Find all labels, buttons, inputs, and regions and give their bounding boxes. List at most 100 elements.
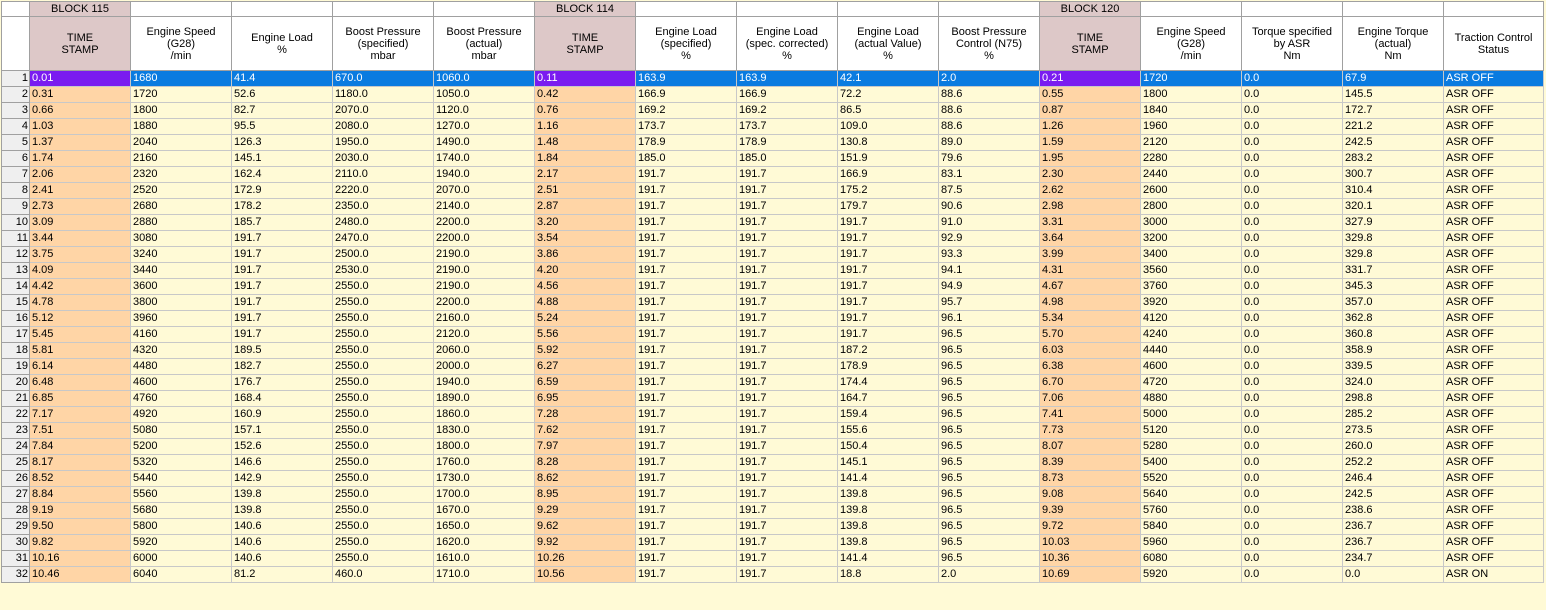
table-cell[interactable]: ASR OFF xyxy=(1443,374,1544,391)
table-cell[interactable]: 0.0 xyxy=(1241,166,1343,183)
table-cell[interactable]: ASR OFF xyxy=(1443,230,1544,247)
table-cell[interactable]: 221.2 xyxy=(1342,118,1444,135)
table-cell[interactable]: 0.0 xyxy=(1241,262,1343,279)
table-cell[interactable]: 0.0 xyxy=(1241,390,1343,407)
table-cell[interactable]: 1050.0 xyxy=(433,86,535,103)
column-header[interactable]: TIME STAMP xyxy=(534,16,636,71)
column-header[interactable]: Boost Pressure (specified) mbar xyxy=(332,16,434,71)
timestamp-cell[interactable]: 9.62 xyxy=(534,518,636,535)
timestamp-cell[interactable]: 0.42 xyxy=(534,86,636,103)
table-cell[interactable]: 109.0 xyxy=(837,118,939,135)
table-cell[interactable]: 191.7 xyxy=(837,246,939,263)
table-cell[interactable]: 191.7 xyxy=(736,246,838,263)
table-cell[interactable]: 88.6 xyxy=(938,86,1040,103)
table-cell[interactable]: 191.7 xyxy=(736,358,838,375)
table-cell[interactable]: 2120 xyxy=(1140,134,1242,151)
table-cell[interactable]: ASR OFF xyxy=(1443,342,1544,359)
table-cell[interactable]: 0.0 xyxy=(1241,502,1343,519)
column-header[interactable]: Boost Pressure (actual) mbar xyxy=(433,16,535,71)
timestamp-cell[interactable]: 1.74 xyxy=(29,150,131,167)
table-cell[interactable]: 140.6 xyxy=(231,550,333,567)
row-number[interactable]: 15 xyxy=(1,294,30,311)
table-cell[interactable]: 5280 xyxy=(1140,438,1242,455)
table-cell[interactable]: ASR OFF xyxy=(1443,134,1544,151)
table-cell[interactable]: 152.6 xyxy=(231,438,333,455)
timestamp-cell[interactable]: 0.21 xyxy=(1039,70,1141,87)
table-cell[interactable]: ASR OFF xyxy=(1443,214,1544,231)
table-cell[interactable]: 2.0 xyxy=(938,70,1040,87)
table-cell[interactable]: 670.0 xyxy=(332,70,434,87)
table-cell[interactable]: 191.7 xyxy=(635,390,737,407)
table-cell[interactable]: 191.7 xyxy=(736,406,838,423)
table-cell[interactable]: 4480 xyxy=(130,358,232,375)
table-cell[interactable]: 0.0 xyxy=(1241,246,1343,263)
table-cell[interactable]: 327.9 xyxy=(1342,214,1444,231)
table-cell[interactable]: 160.9 xyxy=(231,406,333,423)
table-cell[interactable]: ASR OFF xyxy=(1443,454,1544,471)
table-cell[interactable]: 1650.0 xyxy=(433,518,535,535)
table-cell[interactable]: 2500.0 xyxy=(332,246,434,263)
table-cell[interactable]: 2070.0 xyxy=(332,102,434,119)
row-number[interactable]: 11 xyxy=(1,230,30,247)
timestamp-cell[interactable]: 3.64 xyxy=(1039,230,1141,247)
timestamp-cell[interactable]: 8.28 xyxy=(534,454,636,471)
table-cell[interactable]: 151.9 xyxy=(837,150,939,167)
table-cell[interactable]: 96.5 xyxy=(938,534,1040,551)
table-cell[interactable]: 362.8 xyxy=(1342,310,1444,327)
row-number[interactable]: 3 xyxy=(1,102,30,119)
table-cell[interactable]: 191.7 xyxy=(635,438,737,455)
timestamp-cell[interactable]: 2.98 xyxy=(1039,198,1141,215)
table-cell[interactable]: 191.7 xyxy=(635,502,737,519)
table-cell[interactable]: 179.7 xyxy=(837,198,939,215)
table-cell[interactable]: 5000 xyxy=(1140,406,1242,423)
table-cell[interactable]: 139.8 xyxy=(231,486,333,503)
table-cell[interactable]: 5120 xyxy=(1140,422,1242,439)
timestamp-cell[interactable]: 7.41 xyxy=(1039,406,1141,423)
timestamp-cell[interactable]: 6.27 xyxy=(534,358,636,375)
table-cell[interactable]: 95.5 xyxy=(231,118,333,135)
timestamp-cell[interactable]: 4.78 xyxy=(29,294,131,311)
table-cell[interactable]: 4320 xyxy=(130,342,232,359)
table-cell[interactable]: 191.7 xyxy=(635,422,737,439)
table-cell[interactable]: 2550.0 xyxy=(332,438,434,455)
table-cell[interactable]: 191.7 xyxy=(635,198,737,215)
table-cell[interactable]: ASR OFF xyxy=(1443,102,1544,119)
timestamp-cell[interactable]: 7.73 xyxy=(1039,422,1141,439)
timestamp-cell[interactable]: 6.70 xyxy=(1039,374,1141,391)
table-cell[interactable]: ASR OFF xyxy=(1443,406,1544,423)
timestamp-cell[interactable]: 3.54 xyxy=(534,230,636,247)
table-cell[interactable]: 1700.0 xyxy=(433,486,535,503)
table-cell[interactable]: 92.9 xyxy=(938,230,1040,247)
table-cell[interactable]: 166.9 xyxy=(635,86,737,103)
table-cell[interactable]: 72.2 xyxy=(837,86,939,103)
row-number[interactable]: 17 xyxy=(1,326,30,343)
table-cell[interactable]: 191.7 xyxy=(736,342,838,359)
table-cell[interactable]: 95.7 xyxy=(938,294,1040,311)
table-cell[interactable]: 162.4 xyxy=(231,166,333,183)
table-cell[interactable]: ASR OFF xyxy=(1443,262,1544,279)
table-cell[interactable]: 169.2 xyxy=(736,102,838,119)
table-cell[interactable]: 178.9 xyxy=(736,134,838,151)
timestamp-cell[interactable]: 5.12 xyxy=(29,310,131,327)
timestamp-cell[interactable]: 0.11 xyxy=(534,70,636,87)
table-cell[interactable]: 1270.0 xyxy=(433,118,535,135)
table-cell[interactable]: 87.5 xyxy=(938,182,1040,199)
table-cell[interactable]: 90.6 xyxy=(938,198,1040,215)
timestamp-cell[interactable]: 0.31 xyxy=(29,86,131,103)
timestamp-cell[interactable]: 2.41 xyxy=(29,182,131,199)
row-number[interactable]: 6 xyxy=(1,150,30,167)
table-cell[interactable]: 6080 xyxy=(1140,550,1242,567)
table-cell[interactable]: 360.8 xyxy=(1342,326,1444,343)
table-cell[interactable]: 3800 xyxy=(130,294,232,311)
table-cell[interactable]: 191.7 xyxy=(736,310,838,327)
row-number[interactable]: 32 xyxy=(1,566,30,583)
table-cell[interactable]: 191.7 xyxy=(736,182,838,199)
table-cell[interactable]: 2550.0 xyxy=(332,486,434,503)
table-cell[interactable]: 191.7 xyxy=(635,310,737,327)
table-cell[interactable]: 191.7 xyxy=(736,214,838,231)
table-cell[interactable]: 6000 xyxy=(130,550,232,567)
table-cell[interactable]: 191.7 xyxy=(736,486,838,503)
table-row[interactable]: 17 5.45 4160 191.7 2550.0 2120.0 5.56 191.7 191.… xyxy=(1,326,1544,343)
table-cell[interactable]: 320.1 xyxy=(1342,198,1444,215)
table-cell[interactable]: 191.7 xyxy=(736,422,838,439)
